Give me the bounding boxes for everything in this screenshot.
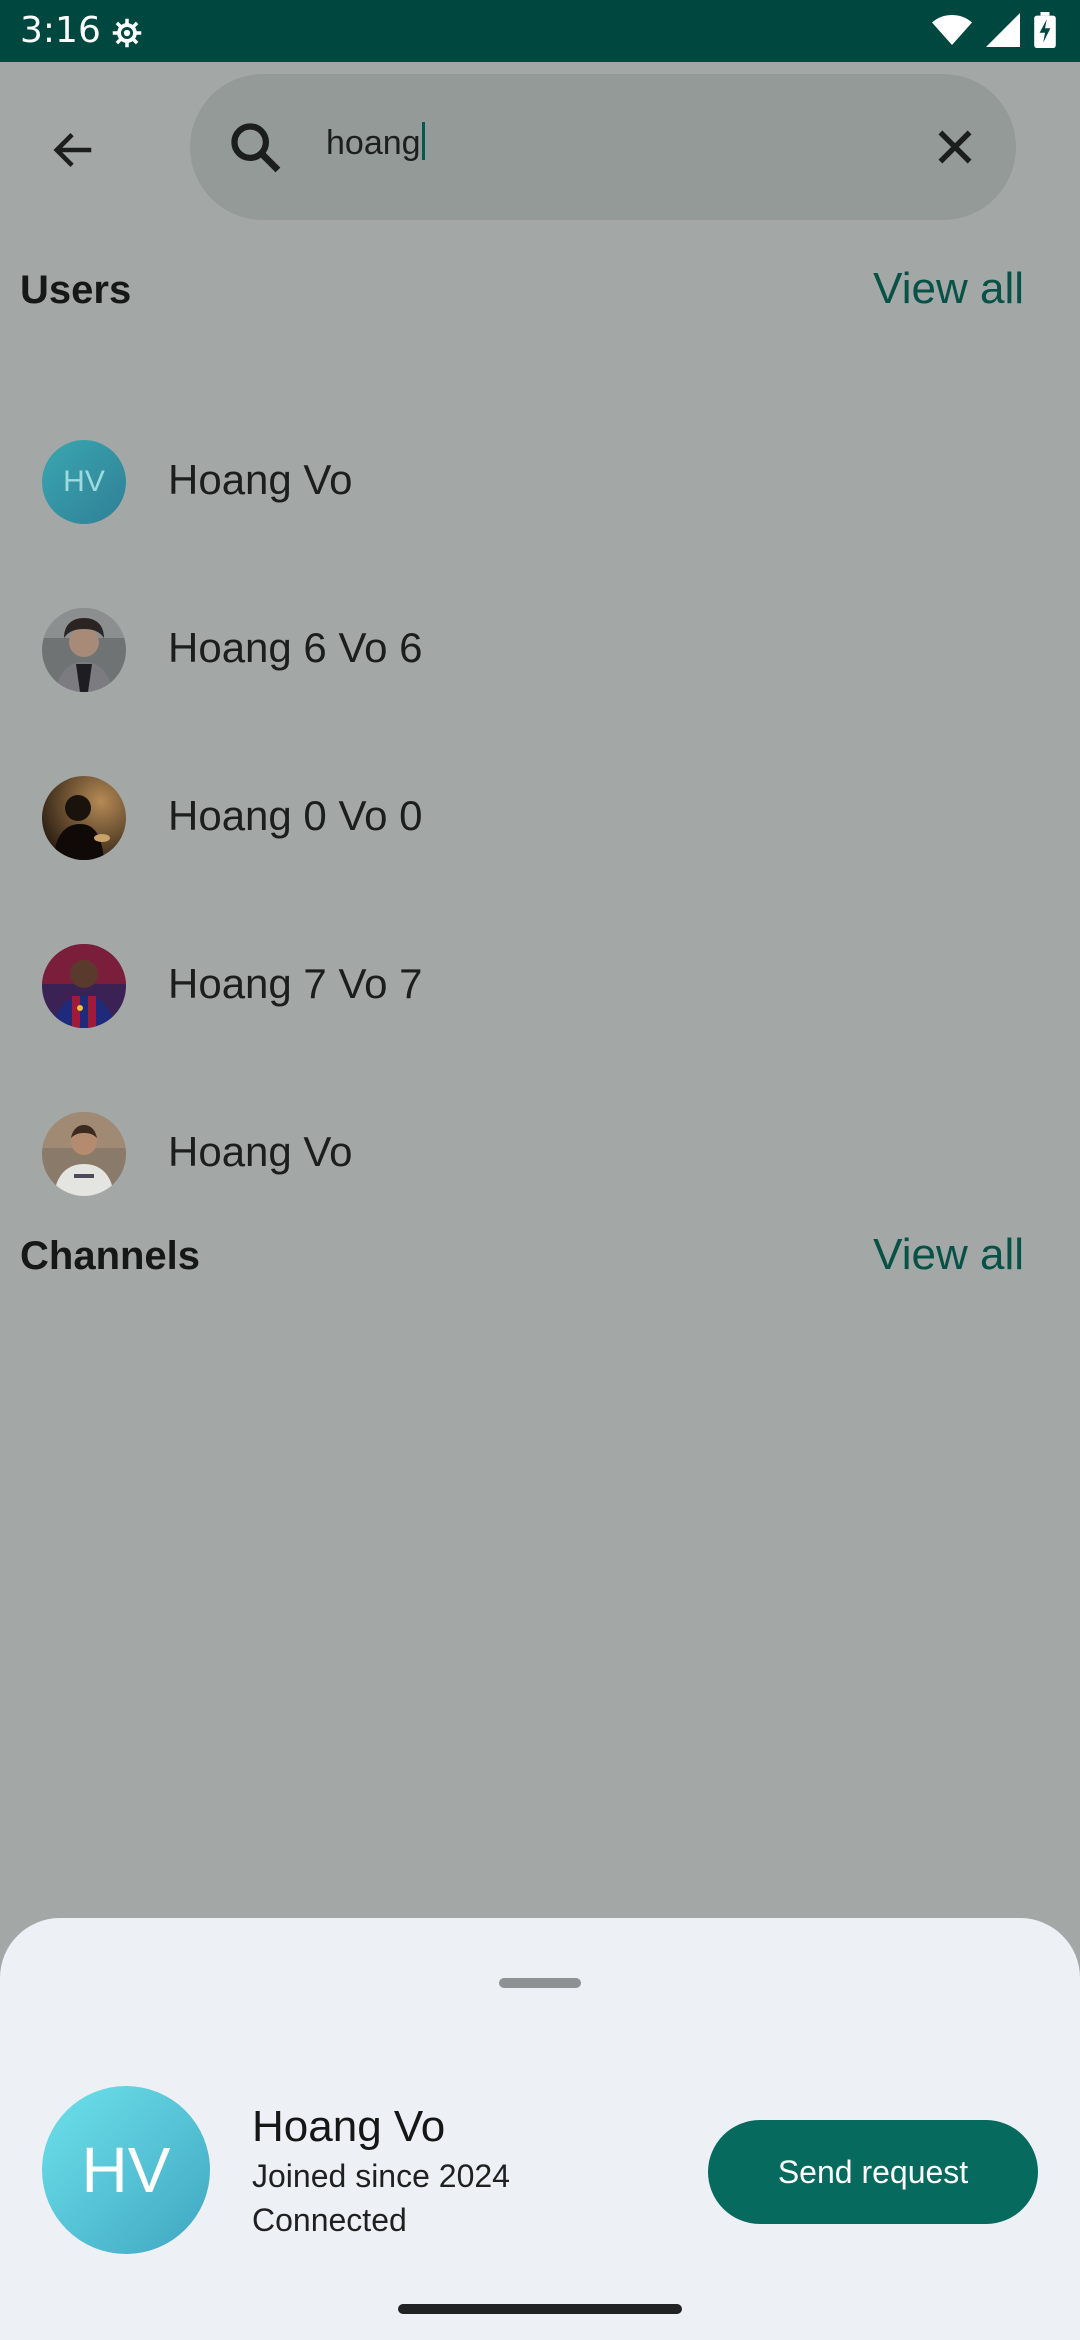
search-input[interactable]: hoang [326,122,425,163]
avatar: HV [42,440,126,524]
home-indicator[interactable] [398,2304,682,2314]
user-list-item[interactable]: Hoang 0 Vo 0 [0,734,1080,902]
user-name: Hoang 6 Vo 6 [168,624,423,671]
wifi-icon [932,15,972,45]
user-name: Hoang Vo [168,456,353,503]
user-list-item[interactable]: HV Hoang Vo [0,398,1080,566]
profile-name: Hoang Vo [252,2102,446,2151]
user-bottom-sheet: HV Hoang Vo Joined since 2024 Connected … [0,1918,1080,2340]
channels-section-title: Channels [20,1234,201,1278]
user-list-item[interactable]: Hoang 6 Vo 6 [0,566,1080,734]
user-list-item[interactable]: Hoang Vo [0,1070,1080,1238]
drag-handle[interactable] [499,1978,581,1988]
text-cursor [421,122,425,160]
search-icon [231,123,281,173]
close-icon[interactable] [930,122,980,172]
avatar [42,1112,126,1196]
back-button[interactable] [44,120,104,180]
status-bar: 3:16 [0,0,1080,62]
send-request-button[interactable]: Send request [708,2120,1038,2224]
user-name: Hoang 7 Vo 7 [168,960,423,1007]
signal-icon [986,13,1020,47]
avatar [42,944,126,1028]
settings-gear-icon [112,18,142,48]
avatar [42,776,126,860]
users-view-all-link[interactable]: View all [873,264,1024,314]
channels-view-all-link[interactable]: View all [873,1230,1024,1280]
user-name: Hoang 0 Vo 0 [168,792,423,839]
system-icons [932,12,1056,48]
search-bar[interactable]: hoang [190,74,1016,220]
connection-status: Connected [252,2202,407,2238]
arrow-left-icon [53,133,92,167]
avatar: HV [42,2086,210,2254]
user-name: Hoang Vo [168,1128,353,1175]
user-list-item[interactable]: Hoang 7 Vo 7 [0,902,1080,1070]
users-section-title: Users [20,268,132,312]
joined-date: Joined since 2024 [252,2158,510,2194]
status-time: 3:16 [20,10,101,51]
avatar [42,608,126,692]
battery-charging-icon [1034,12,1056,48]
